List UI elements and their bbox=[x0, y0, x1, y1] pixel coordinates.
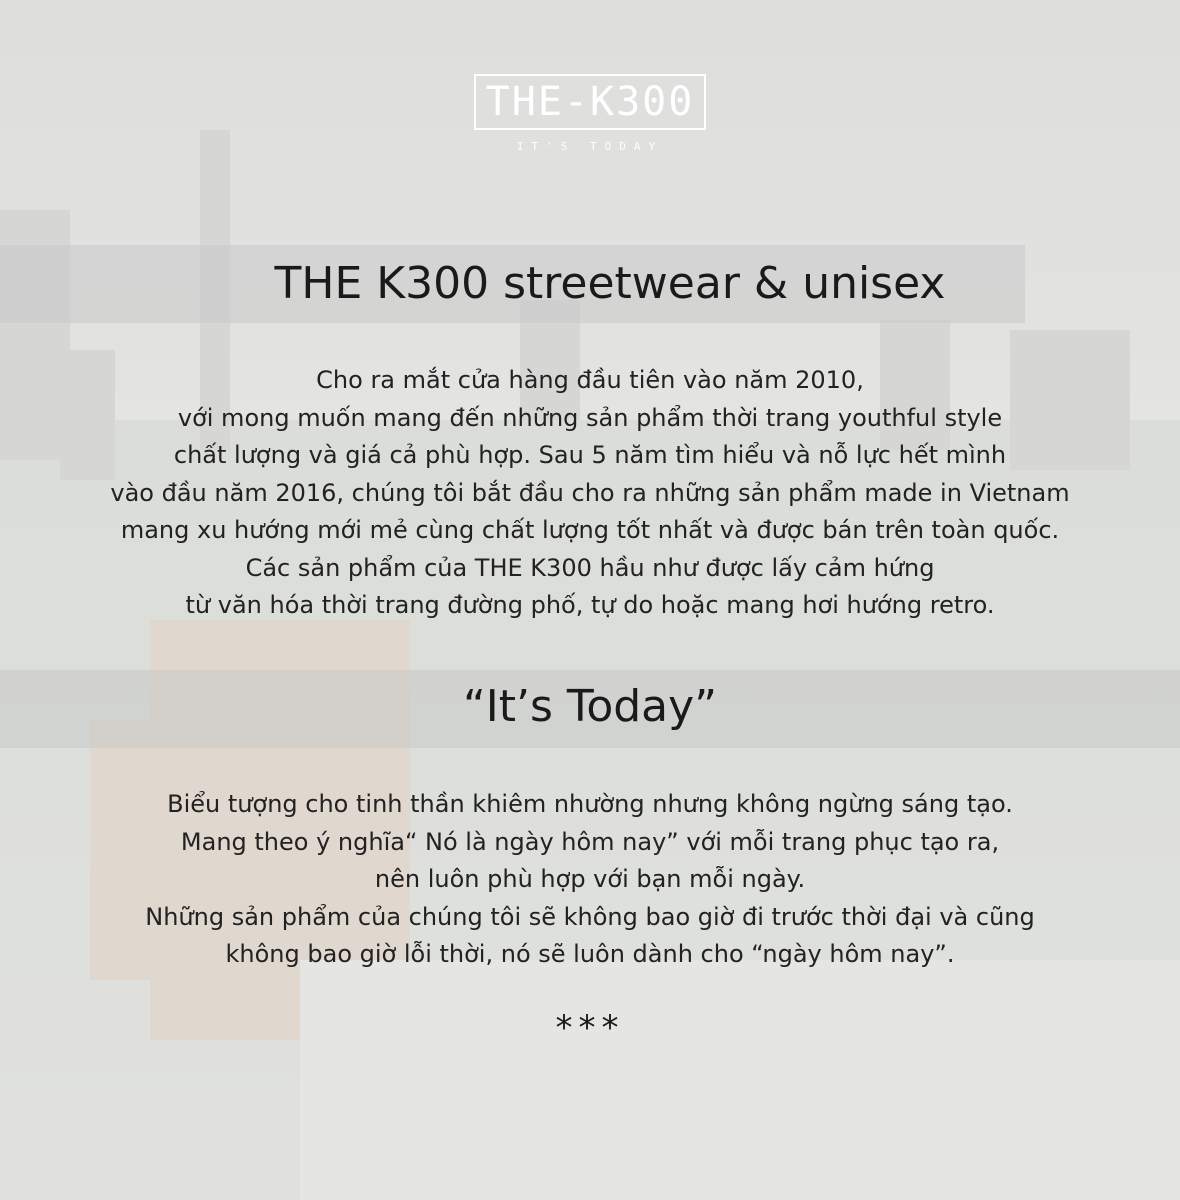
slogan-line: Những sản phẩm của chúng tôi sẽ không ba… bbox=[145, 902, 1035, 931]
divider-stars: *** bbox=[555, 1008, 625, 1048]
logo-wordmark: THE-K300 bbox=[473, 74, 707, 130]
intro-line: mang xu hướng mới mẻ cùng chất lượng tốt… bbox=[120, 516, 1060, 544]
brand-logo: THE-K300 IT'S TODAY bbox=[450, 74, 730, 164]
slogan-line: Mang theo ý nghĩa“ Nó là ngày hôm nay” v… bbox=[180, 827, 1000, 856]
slogan-heading: “It’s Today” bbox=[463, 681, 717, 732]
intro-line: chất lượng và giá cả phù hợp. Sau 5 năm … bbox=[173, 441, 1007, 469]
intro-line: Cho ra mắt cửa hàng đầu tiên vào năm 201… bbox=[316, 366, 864, 394]
intro-line: Các sản phẩm của THE K300 hầu như được l… bbox=[245, 553, 935, 582]
page-title: THE K300 streetwear & unisex bbox=[274, 258, 946, 309]
slogan-line: không bao giờ lỗi thời, nó sẽ luôn dành … bbox=[225, 940, 955, 968]
slogan-line: Biểu tượng cho tinh thần khiêm nhường nh… bbox=[167, 790, 1013, 818]
logo-tagline: IT'S TODAY bbox=[516, 140, 664, 153]
intro-line: từ văn hóa thời trang đường phố, tự do h… bbox=[185, 591, 995, 619]
intro-paragraph: Cho ra mắt cửa hàng đầu tiên vào năm 201… bbox=[20, 362, 1160, 625]
intro-line: vào đầu năm 2016, chúng tôi bắt đầu cho … bbox=[110, 478, 1070, 507]
intro-line: với mong muốn mang đến những sản phẩm th… bbox=[177, 403, 1003, 432]
slogan-line: nên luôn phù hợp với bạn mỗi ngày. bbox=[374, 865, 806, 893]
slogan-paragraph: Biểu tượng cho tinh thần khiêm nhường nh… bbox=[20, 786, 1160, 974]
